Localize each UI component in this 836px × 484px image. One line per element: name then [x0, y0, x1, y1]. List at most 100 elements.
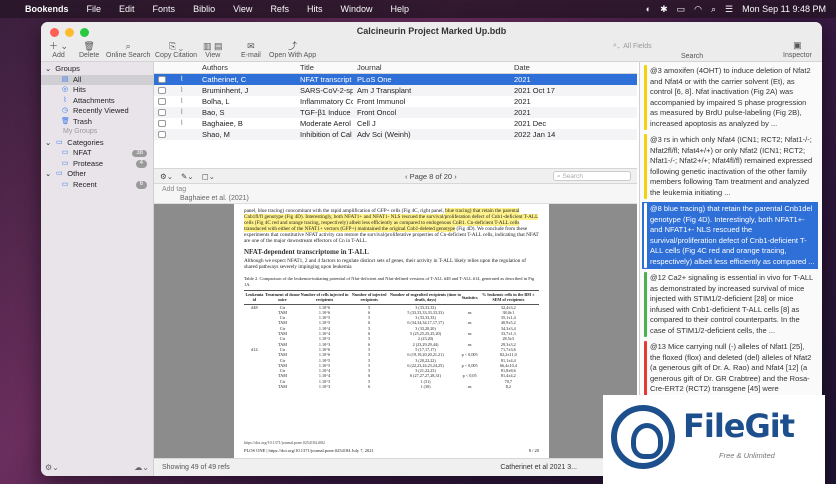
- column-header-title[interactable]: Title: [296, 62, 353, 73]
- gear-icon[interactable]: ⚙⌄: [45, 463, 59, 472]
- note-item[interactable]: @12 Ca2+ signaling is essential in vivo …: [642, 271, 818, 338]
- menu-hits[interactable]: Hits: [298, 4, 332, 14]
- table-row[interactable]: ⌇ Bolha, L Inflammatory Cc Front Immunol…: [154, 96, 637, 107]
- pdf-search-input[interactable]: ⌕ Search: [553, 171, 631, 181]
- online-search-button[interactable]: ⌕ Online Search: [106, 40, 150, 59]
- table-row[interactable]: ⌇ Bruminhent, J SARS-CoV-2-sp Am J Trans…: [154, 85, 637, 96]
- table-row[interactable]: ⌇ Baghaiee, B Moderate Aerol Cell J 2021…: [154, 118, 637, 129]
- menu-app[interactable]: Bookends: [16, 4, 78, 14]
- copy-citation-button[interactable]: ⎘ ⌄ Copy Citation: [155, 40, 197, 59]
- pdf-table-col-header: Number of cells injected in recipients: [300, 290, 350, 305]
- refs-count: Showing 49 of 49 refs: [162, 464, 230, 471]
- cell-journal: Front Oncol: [357, 108, 397, 117]
- add-button[interactable]: ＋ ⌄ Add: [49, 40, 68, 59]
- menu-clock[interactable]: Mon Sep 11 9:48 PM: [742, 4, 826, 14]
- column-header-journal[interactable]: Journal: [353, 62, 510, 73]
- other-header[interactable]: ⌄ ▭ Other: [41, 169, 153, 180]
- document-tab[interactable]: Baghaiee et al. (2021): [180, 195, 249, 202]
- row-checkbox[interactable]: [158, 87, 166, 94]
- pdf-table-col-header: % leukemic cells in the BM ± SEM of reci…: [477, 290, 539, 305]
- folder-icon: ▭: [61, 159, 69, 167]
- column-header-authors[interactable]: Authors: [198, 62, 296, 73]
- cell-journal: Adv Sci (Weinh): [357, 130, 411, 139]
- sidebar-item-hits[interactable]: ◎ Hits: [41, 85, 153, 96]
- menu-search-icon[interactable]: ⌕: [711, 4, 716, 15]
- cell-author: Bruminhent, J: [202, 86, 249, 95]
- menu-biblio[interactable]: Biblio: [184, 4, 224, 14]
- column-header-check[interactable]: [154, 62, 198, 73]
- note-item[interactable]: @3 rs in which only Nfat4 (ICN1; RCT2; N…: [642, 133, 818, 200]
- note-item[interactable]: @8 blue tracing) that retain the parenta…: [642, 202, 818, 269]
- view-layout-icon: ▥ ▤: [203, 41, 223, 51]
- search-input[interactable]: ⌕⌄ All Fields: [613, 40, 733, 52]
- next-page-icon[interactable]: ›: [454, 172, 457, 181]
- pdf-table-cell: TAM: [277, 384, 287, 390]
- open-with-app-button[interactable]: ⤴ Open With App: [269, 40, 316, 59]
- battery-icon[interactable]: ▭: [677, 4, 686, 15]
- folder-icon: ▭: [55, 138, 63, 146]
- menu-help[interactable]: Help: [381, 4, 418, 14]
- search-icon: ⌕: [557, 173, 561, 180]
- sidebar-item-recent[interactable]: ▭ Recent 6: [41, 180, 153, 191]
- inspector-button[interactable]: ▣ Inspector: [783, 40, 812, 59]
- row-checkbox[interactable]: [158, 131, 166, 138]
- bookmark-icon[interactable]: ▢⌄: [194, 172, 215, 181]
- count-badge: 4: [135, 160, 147, 168]
- sidebar: ⌄ Groups ▤ All ◎ Hits ⌇ Attachments ◷ Re…: [41, 62, 154, 476]
- previous-page-icon[interactable]: ‹: [405, 172, 408, 181]
- sidebar-item-all[interactable]: ▤ All: [41, 74, 153, 85]
- pdf-toolbar: ⚙⌄ ✎⌄ ▢⌄ ‹ Page 8 of 20 › ⌕ Search: [154, 168, 637, 184]
- attachment-filename[interactable]: Catherinet et al 2021 3...: [500, 464, 577, 471]
- pdf-paragraph: Although we expect NFAT1, 2 and 4 factor…: [244, 258, 526, 270]
- row-checkbox[interactable]: [158, 76, 166, 83]
- page-indicator[interactable]: ‹ Page 8 of 20 ›: [405, 172, 457, 181]
- pdf-table-cell: p < 0,005: [461, 362, 478, 368]
- table-row[interactable]: Shao, M Inhibition of Cal Adv Sci (Weinh…: [154, 129, 637, 140]
- cell-date: 2021: [514, 108, 531, 117]
- table-caption: Table 2. Comparison of the leukemia-init…: [244, 276, 535, 287]
- wifi-icon[interactable]: ◠: [694, 4, 702, 15]
- categories-header[interactable]: ⌄ ▭ Categories: [41, 138, 153, 149]
- view-button[interactable]: ▥ ▤ View: [203, 40, 223, 59]
- row-checkbox[interactable]: [158, 109, 166, 116]
- annotation-icon[interactable]: ✎⌄: [173, 172, 194, 181]
- menu-refs[interactable]: Refs: [261, 4, 298, 14]
- delete-button[interactable]: 🗑 Delete: [79, 40, 99, 59]
- status-menu-icon[interactable]: ◐: [646, 4, 651, 14]
- sidebar-item-attachments[interactable]: ⌇ Attachments: [41, 96, 153, 107]
- sidebar-item-trash[interactable]: 🗑 Trash: [41, 117, 153, 128]
- count-badge: 6: [135, 181, 147, 189]
- search-label: Search: [681, 53, 704, 60]
- menu-window[interactable]: Window: [331, 4, 381, 14]
- pdf-doi-link[interactable]: https://doi.org/10.1371/journal.pone.025…: [244, 440, 325, 446]
- table-row[interactable]: ⌇ Catherinet, C NFAT transcript PLoS One…: [154, 74, 637, 85]
- cloud-icon[interactable]: ☁⌄: [134, 463, 149, 472]
- note-item[interactable]: @3 amoxifen (4OHT) to induce deletion of…: [642, 64, 818, 131]
- groups-header[interactable]: ⌄ Groups: [41, 64, 153, 75]
- menu-fonts[interactable]: Fonts: [144, 4, 185, 14]
- pdf-footer: PLOS ONE | https://doi.org/10.1371/journ…: [244, 448, 539, 453]
- sidebar-item-nfat[interactable]: ▭ NFAT 38: [41, 148, 153, 159]
- column-header-date[interactable]: Date: [510, 62, 630, 73]
- menu-edit[interactable]: Edit: [110, 4, 144, 14]
- pdf-table-col-header: Leukemia id: [244, 290, 265, 305]
- table-row[interactable]: ⌇ Bao, S TGF-β1 Induce Front Oncol 2021: [154, 107, 637, 118]
- add-tag-button[interactable]: Add tag: [162, 186, 186, 193]
- sidebar-item-recently-viewed[interactable]: ◷ Recently Viewed: [41, 106, 153, 117]
- bluetooth-icon[interactable]: ✱: [660, 4, 668, 15]
- cell-date: 2021 Dec: [514, 119, 547, 128]
- menu-view[interactable]: View: [224, 4, 261, 14]
- row-checkbox[interactable]: [158, 120, 166, 127]
- cell-author: Catherinet, C: [202, 75, 247, 84]
- gear-icon[interactable]: ⚙⌄: [154, 172, 173, 181]
- row-checkbox[interactable]: [158, 98, 166, 105]
- cell-author: Bao, S: [202, 108, 225, 117]
- menu-file[interactable]: File: [78, 4, 111, 14]
- pdf-viewer[interactable]: panel, blue tracing) concomitant with th…: [154, 204, 637, 458]
- email-button[interactable]: ✉ E-mail: [241, 40, 261, 59]
- pdf-table-col-header: Statistics: [461, 290, 478, 305]
- folder-icon: ▭: [61, 149, 69, 156]
- sidebar-item-protease[interactable]: ▭ Protease 4: [41, 159, 153, 170]
- control-center-icon[interactable]: ☰: [725, 4, 733, 15]
- pdf-table-cell: p < 0,05: [462, 373, 477, 379]
